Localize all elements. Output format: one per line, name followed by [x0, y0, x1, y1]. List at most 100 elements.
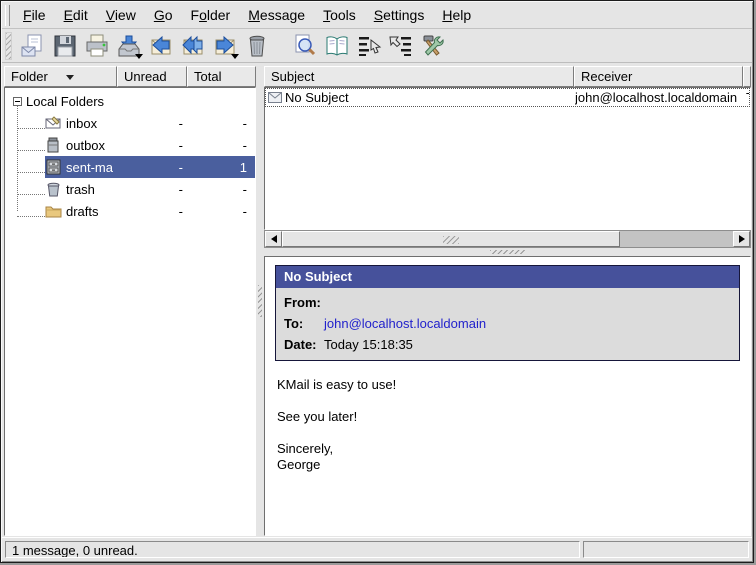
find-messages-button[interactable]: [290, 31, 320, 61]
reply-all-button[interactable]: [178, 31, 208, 61]
main-content: Folder Unread Total Local Folders: [2, 64, 752, 537]
folder-label: drafts: [66, 204, 123, 219]
trash-icon: [244, 33, 270, 59]
to-label: To:: [276, 316, 324, 331]
message-list: No Subject john@localhost.localdomain To…: [264, 87, 751, 230]
message-header-box: No Subject From: To: john@localhost.loca…: [275, 265, 740, 361]
scroll-left-button[interactable]: [265, 231, 282, 247]
check-mail-button[interactable]: [114, 31, 144, 61]
status-secondary: [583, 541, 749, 558]
forward-button[interactable]: [210, 31, 240, 61]
reply-all-icon: [180, 33, 206, 59]
message-header-fields: From: To: john@localhost.localdomain Dat…: [276, 288, 739, 360]
total-count: -: [193, 138, 255, 153]
previous-unread-icon: [356, 33, 382, 59]
folder-row-drafts[interactable]: drafts - -: [5, 200, 255, 222]
menu-tools[interactable]: Tools: [314, 3, 365, 27]
folder-label: sent-ma: [66, 160, 123, 175]
menu-message[interactable]: Message: [239, 3, 314, 27]
message-list-pane: Subject Receiver Date No Subject john@lo…: [264, 66, 751, 248]
splitter-grip-icon: [258, 285, 262, 317]
folder-row-inbox[interactable]: inbox - -: [5, 112, 255, 134]
menu-help[interactable]: Help: [433, 3, 480, 27]
header-field-from: From:: [276, 292, 739, 313]
folder-label: outbox: [66, 138, 123, 153]
scrollbar-thumb[interactable]: [282, 231, 620, 247]
status-message: 1 message, 0 unread.: [5, 541, 580, 558]
message-preview-pane: No Subject From: To: john@localhost.loca…: [264, 256, 751, 536]
body-line: [277, 425, 750, 441]
trash-button[interactable]: [242, 31, 272, 61]
address-book-icon: [324, 33, 350, 59]
tools-icon: [420, 33, 446, 59]
collapse-expander-icon[interactable]: [13, 97, 22, 106]
total-count: -: [193, 204, 255, 219]
folder-list-header: Folder Unread Total: [4, 66, 256, 87]
column-header-unread[interactable]: Unread: [117, 66, 187, 87]
vertical-splitter[interactable]: [256, 64, 264, 537]
splitter-grip-icon: [490, 250, 526, 254]
date-value: Today 15:18:35: [324, 337, 739, 352]
column-header-date[interactable]: Date: [743, 66, 751, 87]
drafts-icon: [45, 203, 62, 219]
unread-count: -: [123, 182, 193, 197]
message-title: No Subject: [276, 266, 739, 288]
toolbar-drag-handle[interactable]: [5, 32, 12, 60]
menu-file[interactable]: File: [14, 3, 55, 27]
folder-row-local-folders[interactable]: Local Folders: [5, 90, 255, 112]
tools-button[interactable]: [418, 31, 448, 61]
unread-count: -: [123, 116, 193, 131]
menu-edit[interactable]: Edit: [55, 3, 97, 27]
menu-go[interactable]: Go: [145, 3, 182, 27]
total-count: -: [193, 116, 255, 131]
print-button[interactable]: [82, 31, 112, 61]
body-line: See you later!: [277, 409, 750, 425]
previous-unread-button[interactable]: [354, 31, 384, 61]
folder-label: trash: [66, 182, 123, 197]
reply-icon: [148, 33, 174, 59]
message-date: Today 15:18:35: [746, 90, 749, 105]
to-address-link[interactable]: john@localhost.localdomain: [324, 316, 739, 331]
sent-mail-icon: [45, 159, 62, 175]
body-line: [277, 393, 750, 409]
message-body: KMail is easy to use! See you later! Sin…: [277, 377, 750, 473]
print-icon: [84, 33, 110, 59]
from-label: From:: [276, 295, 324, 310]
total-count: 1: [193, 160, 255, 175]
kmail-window: File Edit View Go Folder Message Tools S…: [0, 0, 754, 563]
menu-folder[interactable]: Folder: [182, 3, 240, 27]
folder-row-sent-mail[interactable]: sent-ma - 1: [5, 156, 255, 178]
horizontal-scrollbar[interactable]: [264, 230, 751, 248]
header-field-date: Date: Today 15:18:35: [276, 334, 739, 355]
folder-row-trash[interactable]: trash - -: [5, 178, 255, 200]
menubar-drag-handle[interactable]: [5, 5, 10, 26]
body-line: George: [277, 457, 750, 473]
unread-count: -: [123, 160, 193, 175]
reply-button[interactable]: [146, 31, 176, 61]
inbox-icon: [45, 115, 62, 131]
envelope-icon: [268, 92, 282, 103]
menu-view[interactable]: View: [97, 3, 145, 27]
new-message-button[interactable]: [18, 31, 48, 61]
message-row[interactable]: No Subject john@localhost.localdomain To…: [265, 88, 750, 107]
column-header-subject[interactable]: Subject: [264, 66, 574, 87]
column-header-folder[interactable]: Folder: [4, 66, 117, 87]
folder-label: inbox: [66, 116, 123, 131]
save-button[interactable]: [50, 31, 80, 61]
dropdown-caret-icon: [135, 54, 143, 59]
folder-row-outbox[interactable]: outbox - -: [5, 134, 255, 156]
column-header-total[interactable]: Total: [187, 66, 256, 87]
trash-folder-icon: [45, 181, 62, 197]
unread-count: -: [123, 138, 193, 153]
address-book-button[interactable]: [322, 31, 352, 61]
menu-bar: File Edit View Go Folder Message Tools S…: [2, 2, 752, 29]
scroll-right-button[interactable]: [733, 231, 750, 247]
folder-tree: Local Folders inbox - -: [4, 87, 256, 536]
horizontal-splitter[interactable]: [264, 248, 751, 256]
message-subject: No Subject: [285, 90, 349, 105]
status-bar: 1 message, 0 unread.: [2, 537, 752, 561]
menu-settings[interactable]: Settings: [365, 3, 434, 27]
next-unread-button[interactable]: [386, 31, 416, 61]
column-header-receiver[interactable]: Receiver: [574, 66, 743, 87]
header-field-to: To: john@localhost.localdomain: [276, 313, 739, 334]
